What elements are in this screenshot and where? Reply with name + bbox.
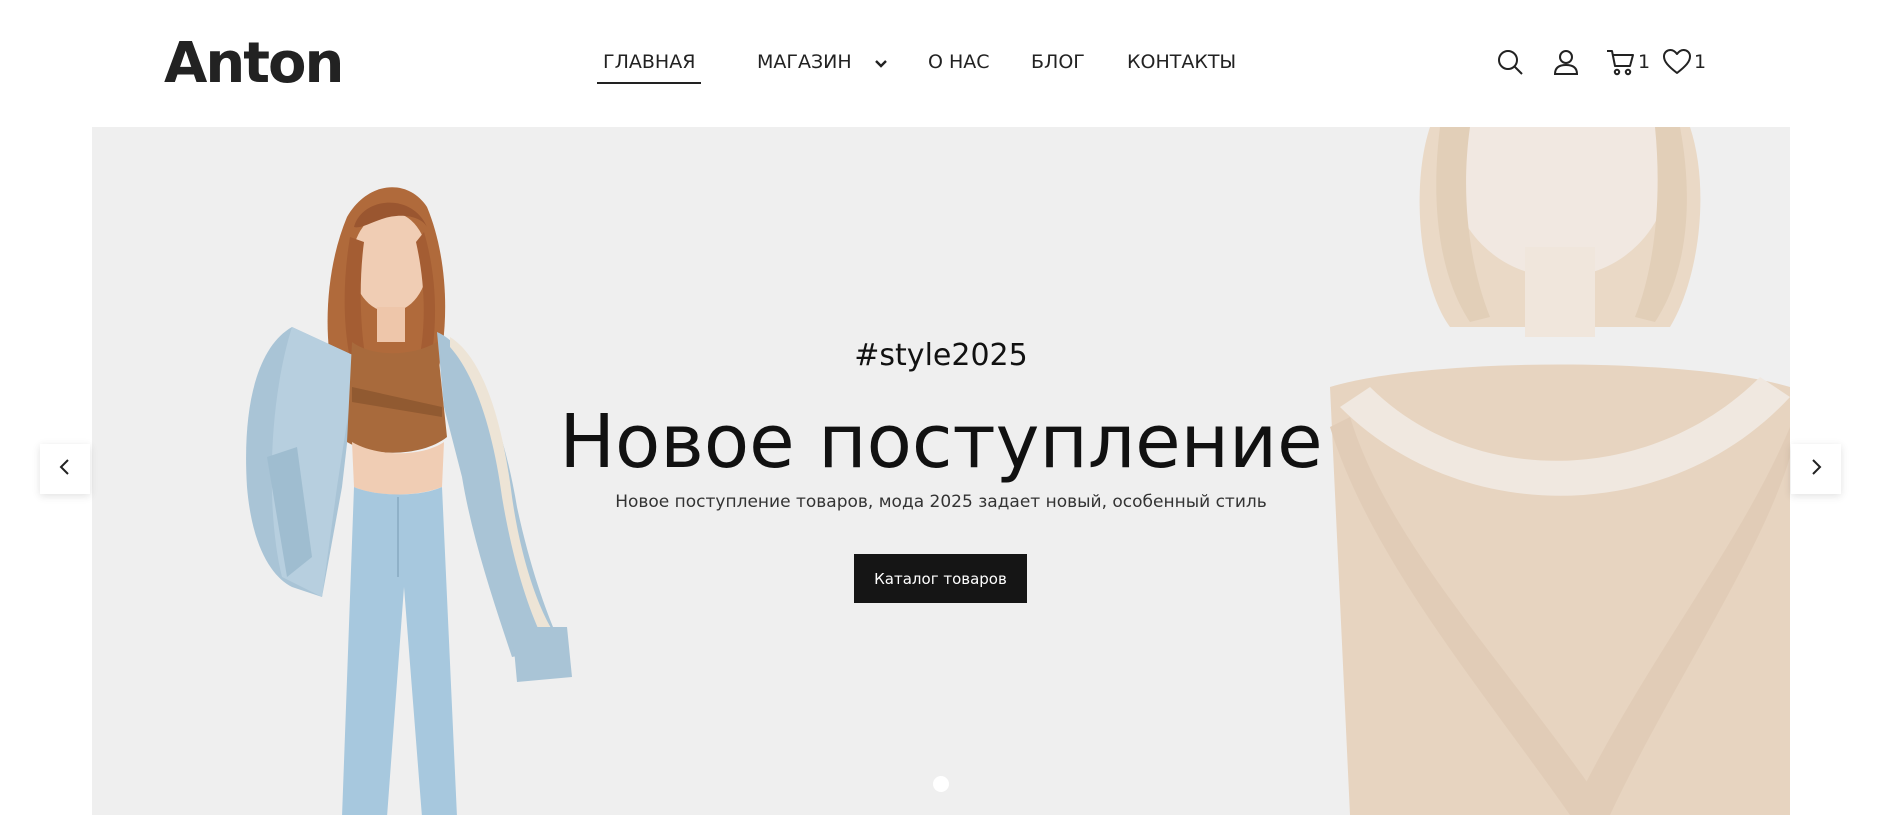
slider-next-button[interactable] [1791, 444, 1841, 494]
hero-subtitle: Новое поступление товаров, мода 2025 зад… [615, 492, 1267, 512]
nav-item-shop-label: МАГАЗИН [757, 51, 852, 73]
nav-item-blog[interactable]: БЛОГ [1031, 48, 1085, 76]
cart-count: 1 [1638, 51, 1651, 73]
nav-item-shop[interactable]: МАГАЗИН [757, 48, 888, 77]
chevron-down-icon [874, 49, 888, 77]
search-icon[interactable] [1496, 46, 1524, 78]
user-icon[interactable] [1552, 46, 1580, 78]
hero-title: Новое поступление [559, 399, 1323, 485]
site-header: Anton ГЛАВНАЯ МАГАЗИН О НАС БЛОГ КОНТАКТ… [0, 0, 1884, 127]
chevron-right-icon [1809, 457, 1823, 481]
wishlist-button[interactable]: 1 [1662, 46, 1706, 78]
cart-icon [1606, 48, 1636, 76]
heart-icon [1662, 48, 1692, 76]
cart-button[interactable]: 1 [1606, 46, 1650, 78]
wishlist-count: 1 [1694, 51, 1707, 73]
slider-prev-button[interactable] [40, 444, 90, 494]
logo-text: Anton [164, 31, 344, 96]
logo[interactable]: Anton [164, 36, 344, 92]
chevron-left-icon [58, 457, 72, 481]
nav-item-about[interactable]: О НАС [928, 48, 990, 76]
catalog-button[interactable]: Каталог товаров [854, 554, 1027, 603]
hero-tag: #style2025 [854, 338, 1028, 373]
nav-item-contacts[interactable]: КОНТАКТЫ [1127, 48, 1236, 76]
hero-content: #style2025 Новое поступление Новое посту… [92, 127, 1790, 815]
slider-dot[interactable] [933, 776, 949, 792]
hero-slider: #style2025 Новое поступление Новое посту… [92, 127, 1790, 815]
nav-item-home[interactable]: ГЛАВНАЯ [596, 48, 702, 84]
